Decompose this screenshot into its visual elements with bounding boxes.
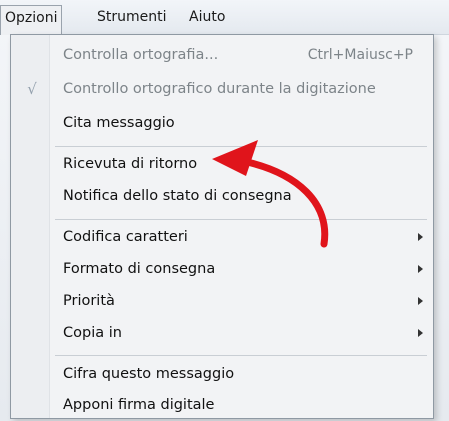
red-curved-arrow-icon [212,140,329,248]
app-window: Opzioni Strumenti Aiuto Controlla ortogr… [0,0,449,421]
